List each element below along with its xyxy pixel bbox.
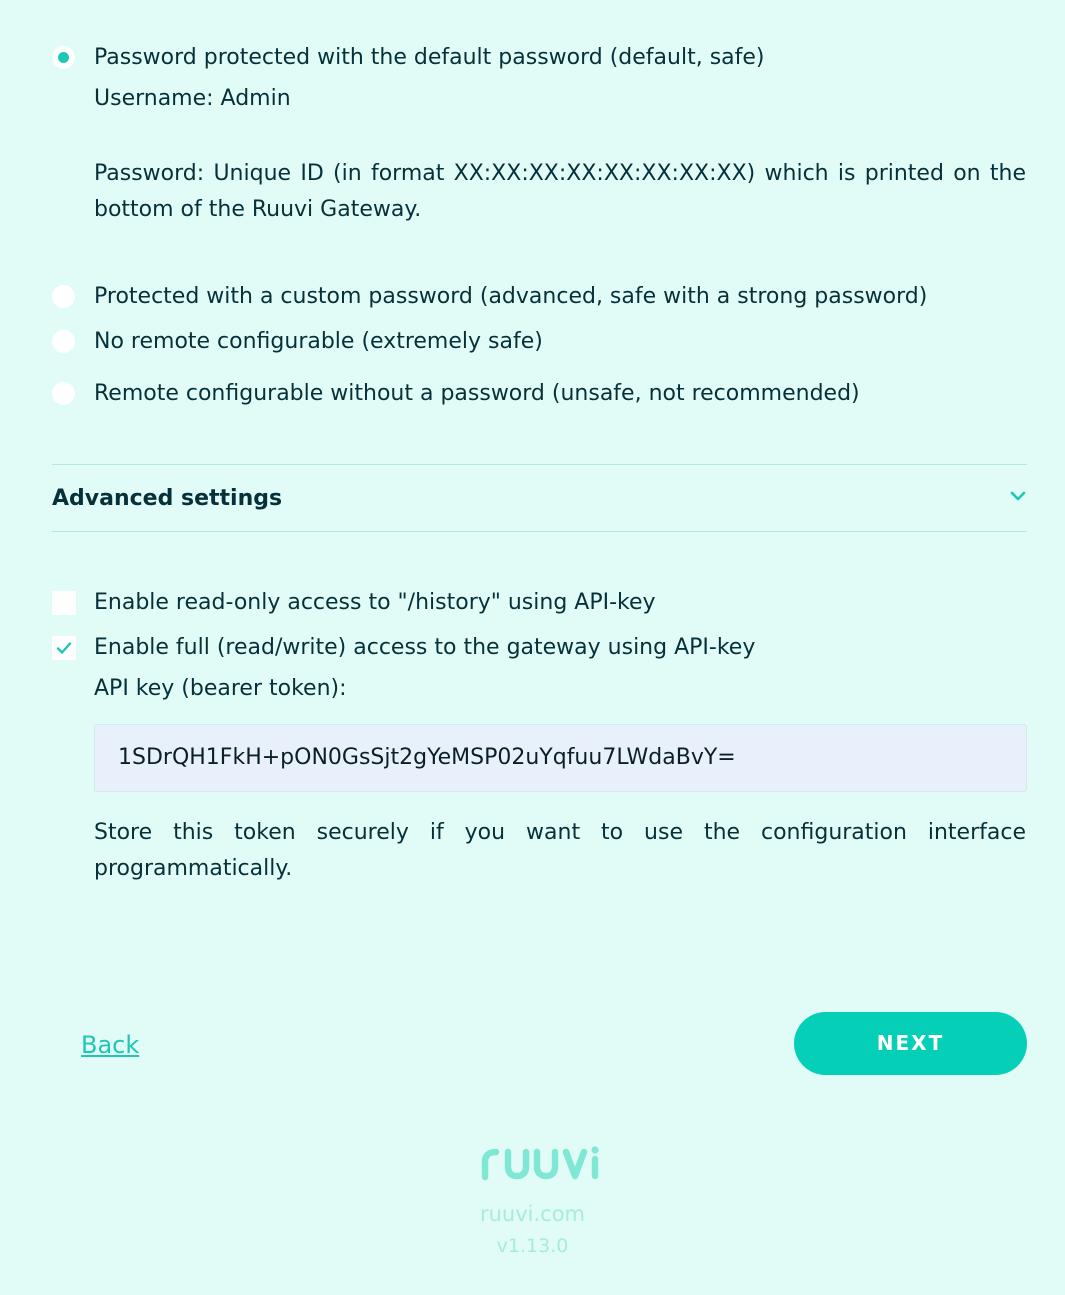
- password-description: Password: Unique ID (in format XX:XX:XX:…: [94, 161, 1026, 222]
- radio-no-remote[interactable]: [52, 330, 75, 353]
- ruuvi-logo: [481, 1146, 599, 1181]
- api-key-field[interactable]: 1SDrQH1FkH+pON0GsSjt2gYeMSP02uYqfuu7LWda…: [94, 724, 1027, 792]
- store-token-note: Store this token securely if you want to…: [94, 820, 1026, 881]
- radio-label-default-password[interactable]: Password protected with the default pass…: [94, 44, 765, 72]
- radio-no-password[interactable]: [52, 382, 75, 405]
- username-text: Username: Admin: [94, 86, 291, 111]
- radio-default-password[interactable]: [52, 46, 75, 69]
- radio-custom-password[interactable]: [52, 285, 75, 308]
- radio-label-custom-password[interactable]: Protected with a custom password (advanc…: [94, 283, 927, 311]
- checkbox-readonly-history[interactable]: [52, 591, 76, 615]
- divider-top: [52, 464, 1027, 465]
- api-key-label: API key (bearer token):: [94, 676, 347, 701]
- divider-bottom: [52, 531, 1027, 532]
- back-link[interactable]: Back: [81, 1028, 139, 1062]
- check-icon: [56, 642, 72, 654]
- footer-version: v1.13.0: [496, 1235, 569, 1257]
- advanced-settings-title[interactable]: Advanced settings: [52, 484, 282, 514]
- radio-label-no-password[interactable]: Remote configurable without a password (…: [94, 380, 860, 408]
- checkbox-label-readonly-history[interactable]: Enable read-only access to "/history" us…: [94, 589, 656, 617]
- next-button[interactable]: NEXT: [794, 1012, 1027, 1075]
- radio-label-no-remote[interactable]: No remote configurable (extremely safe): [94, 328, 543, 356]
- checkbox-label-full-access[interactable]: Enable full (read/write) access to the g…: [94, 634, 755, 662]
- chevron-down-icon[interactable]: [1008, 486, 1028, 506]
- checkbox-full-access[interactable]: [52, 636, 76, 660]
- footer-site: ruuvi.com: [479, 1202, 586, 1226]
